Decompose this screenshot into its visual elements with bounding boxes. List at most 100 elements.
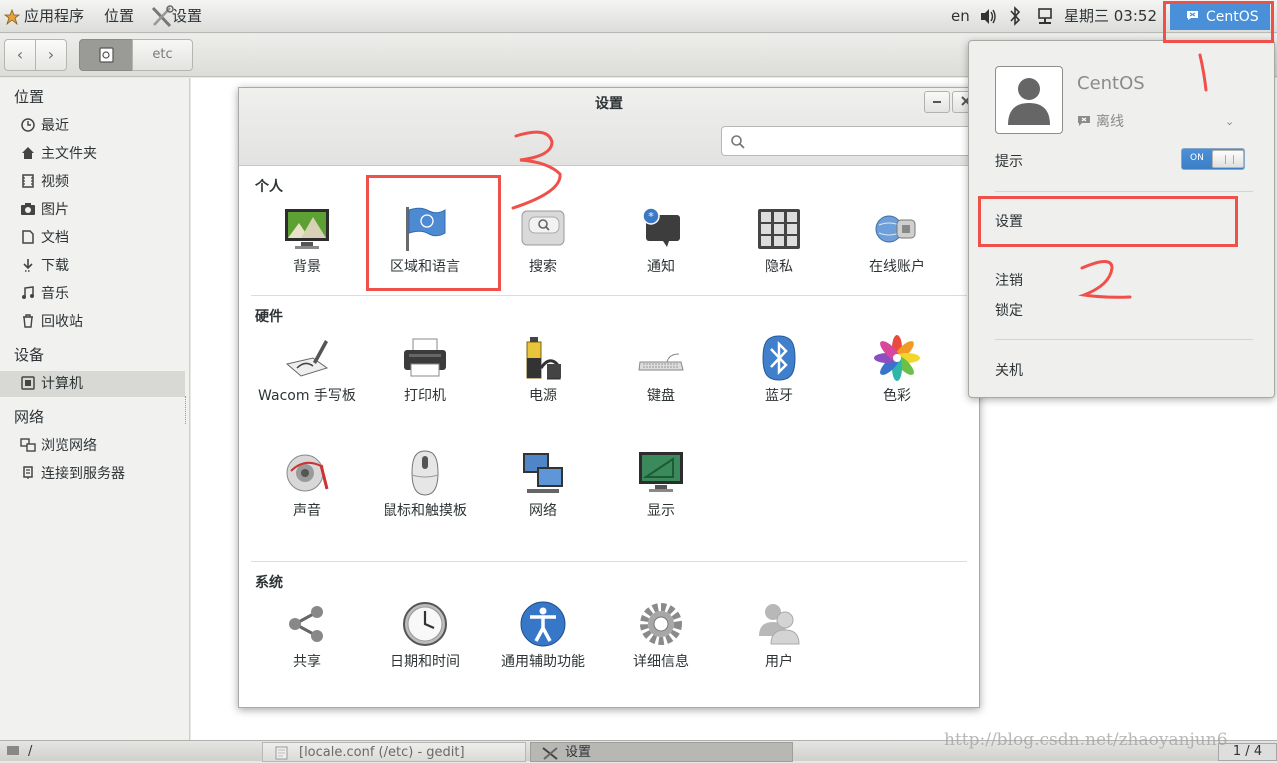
applications-menu[interactable]: 应用程序	[24, 0, 84, 33]
logout-menu-item[interactable]: 注销	[995, 270, 1023, 290]
panel-users[interactable]: 用户	[724, 600, 834, 672]
panel-label: 通用辅助功能	[501, 654, 585, 670]
color-icon	[874, 335, 920, 381]
network-header: 网络	[14, 408, 45, 426]
panel-date-time[interactable]: 日期和时间	[370, 600, 480, 672]
sidebar-item-computer[interactable]: 计算机	[0, 371, 185, 397]
network-icon[interactable]	[1036, 0, 1054, 33]
panel-power[interactable]: 电源	[488, 334, 598, 406]
section-divider	[251, 561, 967, 562]
shutdown-menu-item[interactable]: 关机	[995, 360, 1023, 380]
panel-label: 蓝牙	[765, 388, 793, 404]
sidebar-item-documents[interactable]: 文档	[20, 226, 69, 250]
panel-label: 在线账户	[869, 259, 925, 275]
keyboard-layout-indicator[interactable]: en	[951, 0, 970, 33]
notifications-toggle[interactable]: ON	[1181, 148, 1245, 170]
minimize-button[interactable]	[924, 91, 950, 113]
sidebar-item-music[interactable]: 音乐	[20, 282, 69, 306]
section-title-personal: 个人	[255, 179, 283, 195]
task-gedit[interactable]: [locale.conf (/etc) - gedit]	[262, 742, 526, 762]
top-bar: 应用程序 位置 设置 en 星期三 03:52 CentOS	[0, 0, 1277, 33]
panel-online-accounts[interactable]: 在线账户	[842, 205, 952, 277]
panel-printer[interactable]: 打印机	[370, 334, 480, 406]
places-header: 位置	[14, 88, 45, 106]
panel-label: Wacom 手写板	[258, 388, 356, 404]
sidebar-item-pictures[interactable]: 图片	[20, 198, 69, 222]
settings-search-box[interactable]	[721, 126, 981, 156]
back-button[interactable]: ‹	[4, 39, 36, 71]
task-settings[interactable]: 设置	[530, 742, 793, 762]
panel-details[interactable]: 详细信息	[606, 600, 716, 672]
forward-button[interactable]: ›	[35, 39, 67, 71]
volume-icon[interactable]	[979, 0, 997, 33]
text-editor-icon	[275, 746, 288, 760]
panel-display[interactable]: 显示	[606, 449, 716, 521]
computer-icon	[21, 376, 35, 390]
panel-label: 搜索	[529, 259, 557, 275]
panel-label: 显示	[647, 503, 675, 519]
printer-icon	[404, 338, 446, 377]
section-divider	[251, 295, 967, 296]
panel-bluetooth[interactable]: 蓝牙	[724, 334, 834, 406]
clock[interactable]: 星期三 03:52	[1064, 0, 1157, 33]
panel-label: 声音	[293, 503, 321, 519]
panel-accessibility[interactable]: 通用辅助功能	[488, 600, 598, 672]
lock-menu-item[interactable]: 锁定	[995, 300, 1023, 320]
panel-privacy[interactable]: 隐私	[724, 205, 834, 277]
panel-label: 键盘	[647, 388, 675, 404]
panel-label: 打印机	[404, 388, 446, 404]
network-panel-icon	[523, 453, 563, 493]
bluetooth-icon[interactable]	[1008, 0, 1022, 33]
path-etc-button[interactable]: etc	[132, 39, 193, 71]
path-root-button[interactable]	[79, 39, 133, 71]
panel-background[interactable]: 背景	[252, 205, 362, 277]
avatar[interactable]	[995, 66, 1063, 134]
panel-mouse-touchpad[interactable]: 鼠标和触摸板	[370, 449, 480, 521]
menu-separator	[995, 191, 1253, 192]
file-manager-sidebar: 位置 最近 主文件夹 视频 图片 文档 下载 音乐 回收站 设备 计算机 网络 …	[0, 78, 190, 740]
clock-icon	[21, 118, 35, 132]
toggle-knob	[1212, 150, 1244, 168]
applications-icon[interactable]	[4, 9, 20, 25]
status-selector[interactable]: 离线	[1077, 111, 1124, 131]
sidebar-item-recent[interactable]: 最近	[20, 114, 69, 138]
sidebar-item-browse-network[interactable]: 浏览网络	[20, 434, 97, 458]
sidebar-item-downloads[interactable]: 下载	[20, 254, 69, 278]
sidebar-item-connect-server[interactable]: 连接到服务器	[20, 462, 125, 486]
trash-icon	[23, 314, 33, 328]
display-icon	[639, 452, 683, 492]
settings-search-input[interactable]	[750, 131, 970, 151]
panel-notifications[interactable]: * 通知	[606, 205, 716, 277]
sidebar-item-home[interactable]: 主文件夹	[20, 142, 97, 166]
drive-icon	[99, 47, 114, 63]
active-app-label[interactable]: 设置	[172, 0, 202, 33]
online-accounts-icon	[875, 215, 916, 243]
film-icon	[22, 174, 34, 188]
sidebar-item-label: 主文件夹	[41, 146, 97, 162]
places-menu[interactable]: 位置	[104, 0, 134, 33]
panel-keyboard[interactable]: 键盘	[606, 334, 716, 406]
folder-icon	[7, 746, 19, 755]
watermark: http://blog.csdn.net/zhaoyanjun6	[944, 730, 1228, 750]
camera-icon	[21, 203, 35, 215]
wacom-icon	[285, 340, 329, 377]
panel-network[interactable]: 网络	[488, 449, 598, 521]
sidebar-resize-handle[interactable]	[185, 396, 188, 424]
keyboard-icon	[638, 353, 684, 371]
chevron-down-icon[interactable]: ⌄	[1225, 115, 1234, 128]
download-icon	[23, 259, 33, 272]
panel-sharing[interactable]: 共享	[252, 600, 362, 672]
svg-text:*: *	[648, 210, 654, 223]
panel-color[interactable]: 色彩	[842, 334, 952, 406]
status-label: 离线	[1096, 114, 1124, 130]
panel-sound[interactable]: 声音	[252, 449, 362, 521]
panel-wacom[interactable]: Wacom 手写板	[252, 334, 362, 406]
search-panel-icon	[521, 210, 565, 246]
settings-header-bar: 设置	[239, 88, 981, 166]
mouse-icon	[411, 450, 439, 496]
task-files[interactable]: /	[0, 742, 258, 762]
privacy-icon	[758, 209, 800, 249]
sidebar-item-videos[interactable]: 视频	[20, 170, 69, 194]
panel-search[interactable]: 搜索	[488, 205, 598, 277]
sidebar-item-trash[interactable]: 回收站	[20, 310, 83, 334]
